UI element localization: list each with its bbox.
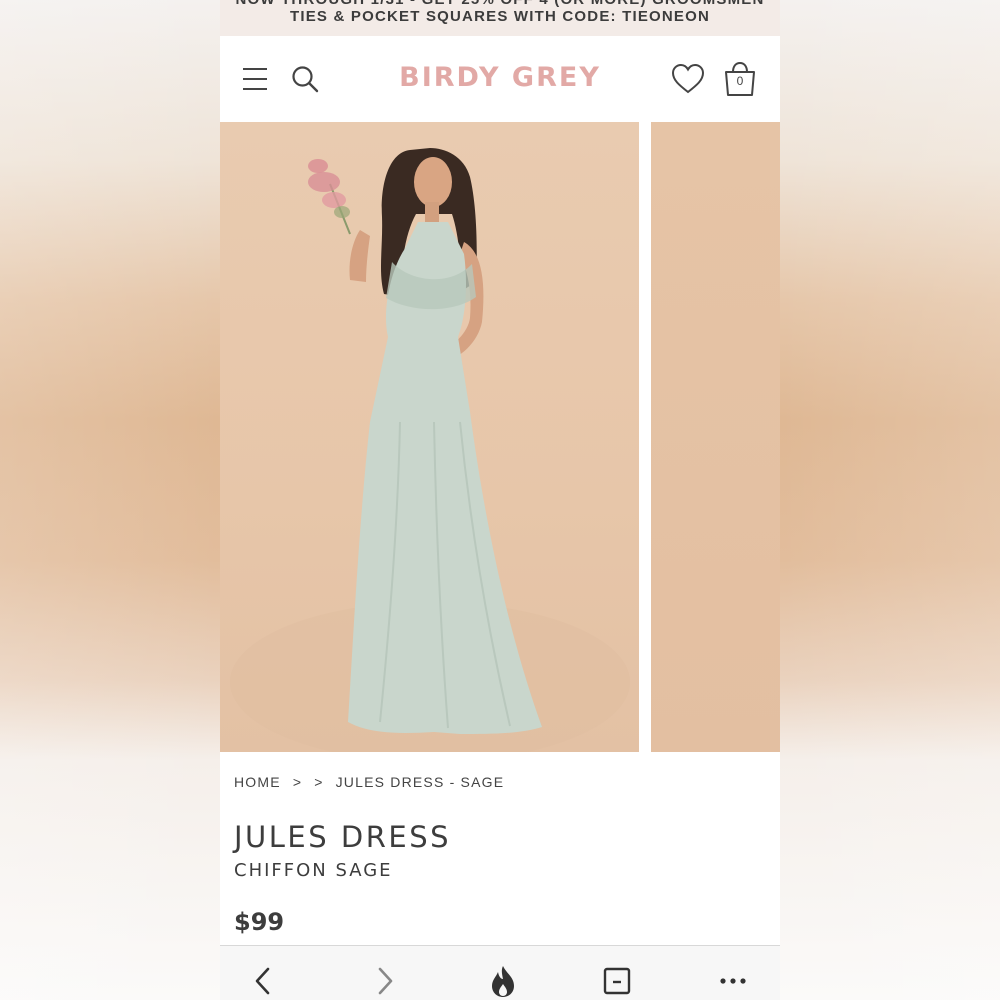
product-price: $99	[234, 908, 285, 936]
flower-bouquet-illustration	[308, 159, 351, 235]
heart-icon[interactable]	[670, 62, 706, 96]
breadcrumb-current: JULES DRESS - SAGE	[335, 774, 505, 790]
breadcrumb-separator: >	[314, 774, 324, 790]
forward-arrow-icon[interactable]	[368, 964, 402, 998]
product-image-main[interactable]	[220, 122, 639, 752]
breadcrumb-home[interactable]: HOME	[234, 774, 281, 790]
back-arrow-icon[interactable]	[246, 964, 280, 998]
browser-toolbar	[220, 945, 780, 1000]
background-blur-left	[0, 0, 220, 1000]
shopping-bag-icon[interactable]: 0	[722, 60, 758, 98]
product-title: JULES DRESS	[234, 820, 452, 854]
phone-screen: NOW THROUGH 1/31 - GET 25% OFF 4 (OR MOR…	[220, 0, 780, 1000]
product-gallery[interactable]	[220, 122, 780, 752]
site-header: BIRDY GREY 0	[220, 36, 780, 122]
breadcrumb-separator: >	[292, 774, 303, 790]
product-variant: CHIFFON SAGE	[234, 860, 393, 881]
promo-banner[interactable]: NOW THROUGH 1/31 - GET 25% OFF 4 (OR MOR…	[220, 0, 780, 36]
sage-dress-illustration	[348, 222, 542, 734]
background-blur-right	[780, 0, 1000, 1000]
cart-count: 0	[736, 74, 744, 88]
promo-line-2: TIES & POCKET SQUARES WITH CODE: TIEONEO…	[289, 8, 711, 25]
more-icon[interactable]	[716, 964, 750, 998]
fire-icon[interactable]	[486, 964, 520, 998]
breadcrumb: HOME > > JULES DRESS - SAGE	[234, 774, 504, 790]
tabs-icon[interactable]	[600, 964, 634, 998]
promo-line-1: NOW THROUGH 1/31 - GET 25% OFF 4 (OR MOR…	[220, 0, 780, 8]
product-image-next[interactable]	[651, 122, 780, 752]
